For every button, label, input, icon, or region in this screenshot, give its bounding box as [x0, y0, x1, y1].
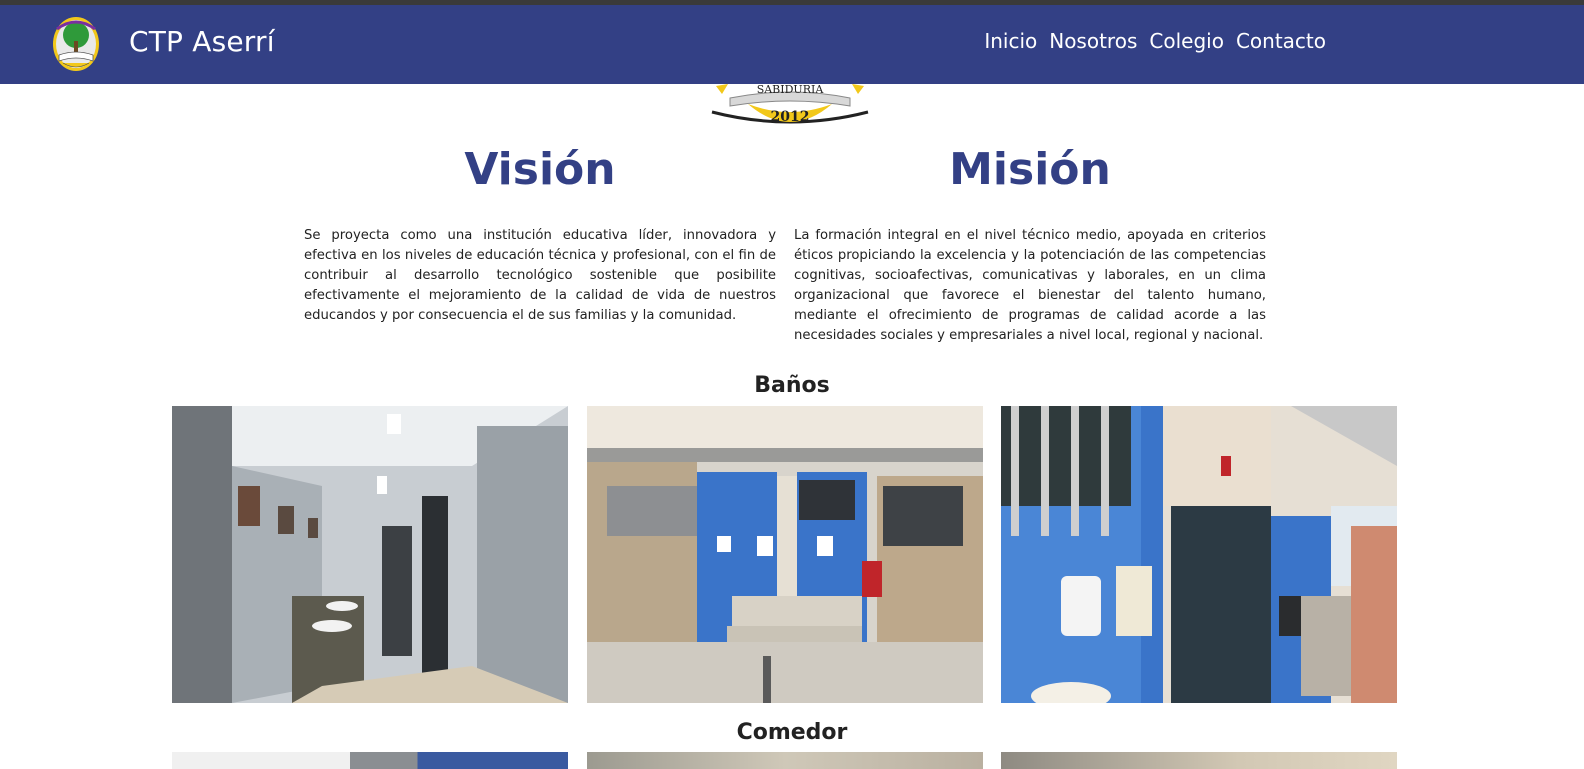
nav-contacto[interactable]: Contacto: [1236, 29, 1326, 53]
nav-nosotros[interactable]: Nosotros: [1049, 29, 1137, 53]
bathroom-entrance-photo[interactable]: [587, 406, 983, 703]
brand-title[interactable]: CTP Aserrí: [129, 25, 275, 58]
nav-inicio[interactable]: Inicio: [984, 29, 1037, 53]
mision-title: Misión: [949, 144, 1111, 195]
bathroom-sinks-photo[interactable]: [172, 406, 568, 703]
vision-text: Se proyecta como una institución educati…: [304, 228, 776, 323]
section-title-comedor: Comedor: [736, 720, 848, 745]
crest-banner-text: SABIDURIA: [757, 83, 825, 96]
dining-photo-2[interactable]: [587, 752, 983, 769]
crest-year: 2012: [771, 109, 810, 125]
dining-photo-3[interactable]: [1001, 752, 1397, 769]
vision-title: Visión: [464, 144, 616, 195]
mision-text: La formación integral en el nivel técnic…: [794, 228, 1266, 343]
section-title-banos: Baños: [754, 373, 830, 398]
bathroom-exterior-photo[interactable]: [1001, 406, 1397, 703]
navbar: CTP Aserrí Inicio Nosotros Colegio Conta…: [0, 5, 1584, 84]
nav-colegio[interactable]: Colegio: [1149, 29, 1224, 53]
school-crest: SABIDURIA 2012: [708, 76, 872, 132]
dining-photo-1[interactable]: [172, 752, 568, 769]
school-logo[interactable]: [51, 15, 101, 73]
main-nav: Inicio Nosotros Colegio Contacto: [984, 29, 1326, 53]
